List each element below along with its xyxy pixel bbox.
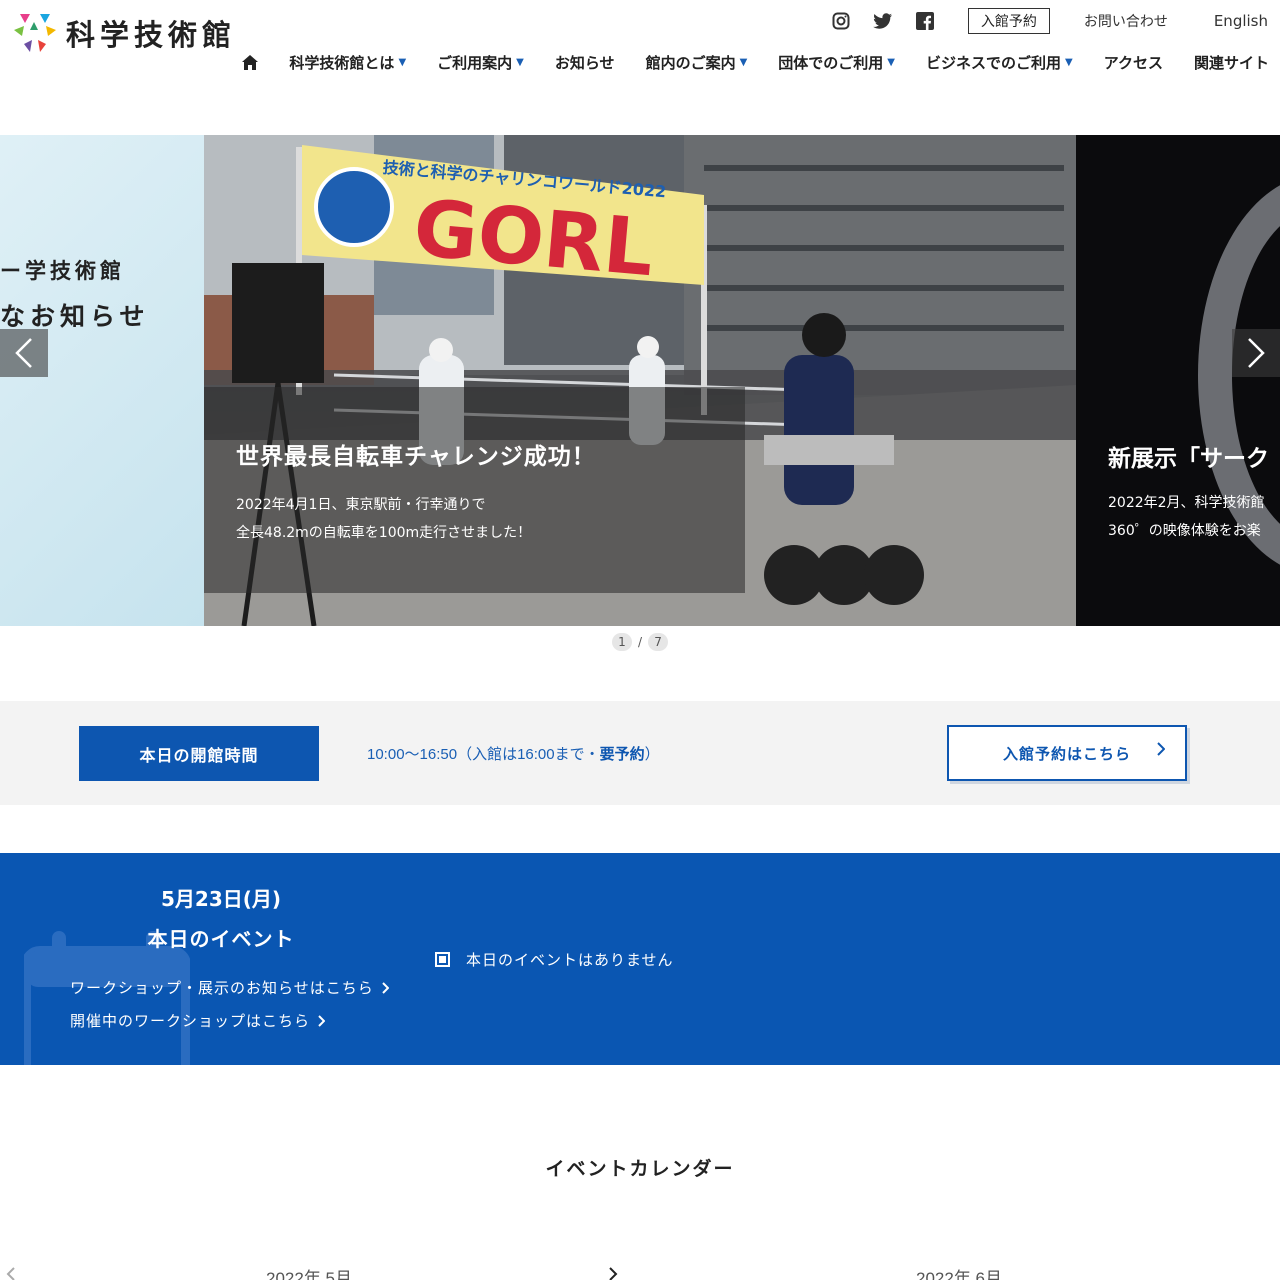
caret-down-icon: ▼ xyxy=(887,57,895,68)
utility-bar: 入館予約 お問い合わせ English xyxy=(830,8,1268,34)
contact-link[interactable]: お問い合わせ xyxy=(1084,11,1168,31)
nav-item-floor[interactable]: 館内のご案内 ▼ xyxy=(646,52,748,73)
slider-next-button[interactable] xyxy=(1232,329,1280,377)
slide-next-line2: 360゜の映像体験をお楽 xyxy=(1108,523,1261,539)
slide-next[interactable]: 新展示「サーク 2022年2月、科学技術館 360゜の映像体験をお楽 xyxy=(1076,135,1280,626)
slide-current[interactable]: GORL 技術と科学のチャリンコワールド2022 世界最長自転車チャレンジ成功！… xyxy=(204,135,1076,626)
pager-current: 1 xyxy=(611,633,632,651)
chevron-right-icon xyxy=(381,981,389,994)
pager-separator: / xyxy=(637,635,643,649)
caret-down-icon: ▼ xyxy=(398,57,407,68)
page: 科学技術館 入館予約 お問い合わせ English 科学技術館とは ▼ ご利用案内… xyxy=(0,0,1280,1280)
nav-item-about[interactable]: 科学技術館とは ▼ xyxy=(289,52,406,73)
slider-pager: 1 / 7 xyxy=(0,633,1280,651)
hours-label: 本日の開館時間 xyxy=(79,726,319,781)
slide-text-line2: 全長48.2mの自転車を100m走行させました！ xyxy=(236,525,532,541)
chevron-right-icon xyxy=(1157,742,1165,756)
calendar-prev-icon[interactable] xyxy=(6,1266,16,1280)
chevron-right-icon xyxy=(318,1014,326,1027)
site-logo[interactable]: 科学技術館 xyxy=(12,10,236,56)
logo-text: 科学技術館 xyxy=(66,18,237,52)
reserve-button[interactable]: 入館予約はこちら xyxy=(947,725,1187,781)
slider-prev-button[interactable] xyxy=(0,329,48,377)
english-link[interactable]: English xyxy=(1214,12,1268,30)
facebook-icon[interactable] xyxy=(914,10,936,32)
workshop-news-link[interactable]: ワークショップ・展示のお知らせはこちら xyxy=(70,977,389,998)
instagram-icon[interactable] xyxy=(830,10,852,32)
global-nav: 科学技術館とは ▼ ご利用案内 ▼ お知らせ 館内のご案内 ▼ 団体でのご利用 ▼ ビジ… xyxy=(242,52,1269,73)
hero-slider: ー学技術館 なお知らせ GORL 技術と科学のチャリンコワールド2022 世界最… xyxy=(0,135,1280,626)
chevron-right-icon xyxy=(1248,338,1265,368)
square-bullet-icon xyxy=(435,952,450,967)
slide-next-title: 新展示「サーク xyxy=(1108,446,1269,472)
no-events-message: 本日のイベントはありません xyxy=(435,949,674,970)
nav-item-news[interactable]: お知らせ xyxy=(555,52,615,73)
twitter-icon[interactable] xyxy=(872,10,894,32)
ongoing-workshop-link[interactable]: 開催中のワークショップはこちら xyxy=(70,1010,326,1031)
nav-item-group[interactable]: 団体でのご利用 ▼ xyxy=(778,52,895,73)
nav-item-business[interactable]: ビジネスでのご利用 ▼ xyxy=(926,52,1073,73)
slide-previous-line1: ー学技術館 xyxy=(0,259,125,283)
chevron-left-icon xyxy=(15,338,32,368)
slide-caption: 世界最長自転車チャレンジ成功！ 2022年4月1日、東京駅前・行幸通りで 全長4… xyxy=(204,387,745,593)
nav-item-related[interactable]: 関連サイト xyxy=(1194,52,1269,73)
today-events: 5月23日(月) 本日のイベント ワークショップ・展示のお知らせはこちら 開催中… xyxy=(0,853,1280,1065)
slide-text-line1: 2022年4月1日、東京駅前・行幸通りで xyxy=(236,497,486,513)
slide-next-line1: 2022年2月、科学技術館 xyxy=(1108,495,1265,511)
logo-mark-icon xyxy=(14,14,56,52)
reservation-required-text: 要予約 xyxy=(599,746,645,763)
calendar-month-current: 2022年 5月 xyxy=(266,1269,352,1280)
calendar-next-icon[interactable] xyxy=(608,1266,618,1280)
hours-time: 10:00〜16:50（入館は16:00まで・要予約） xyxy=(367,746,660,763)
pager-total: 7 xyxy=(648,633,669,651)
caret-down-icon: ▼ xyxy=(1065,57,1073,68)
opening-hours-bar: 本日の開館時間 10:00〜16:50（入館は16:00まで・要予約） 入館予約… xyxy=(0,701,1280,805)
slide-previous-line2: なお知らせ xyxy=(0,302,150,331)
calendar-month-next: 2022年 6月 xyxy=(916,1269,1002,1280)
nav-item-guide[interactable]: ご利用案内 ▼ xyxy=(437,52,524,73)
today-date: 5月23日(月) xyxy=(160,887,282,911)
event-calendar-title: イベントカレンダー xyxy=(545,1158,735,1180)
slide-title: 世界最長自転車チャレンジ成功！ xyxy=(236,444,596,470)
caret-down-icon: ▼ xyxy=(739,57,748,68)
today-heading: 本日のイベント xyxy=(147,927,295,951)
reserve-link[interactable]: 入館予約 xyxy=(967,8,1050,34)
home-icon[interactable] xyxy=(242,55,259,70)
slide-previous[interactable]: ー学技術館 なお知らせ xyxy=(0,135,204,626)
nav-item-access[interactable]: アクセス xyxy=(1104,52,1163,73)
caret-down-icon: ▼ xyxy=(516,57,524,68)
